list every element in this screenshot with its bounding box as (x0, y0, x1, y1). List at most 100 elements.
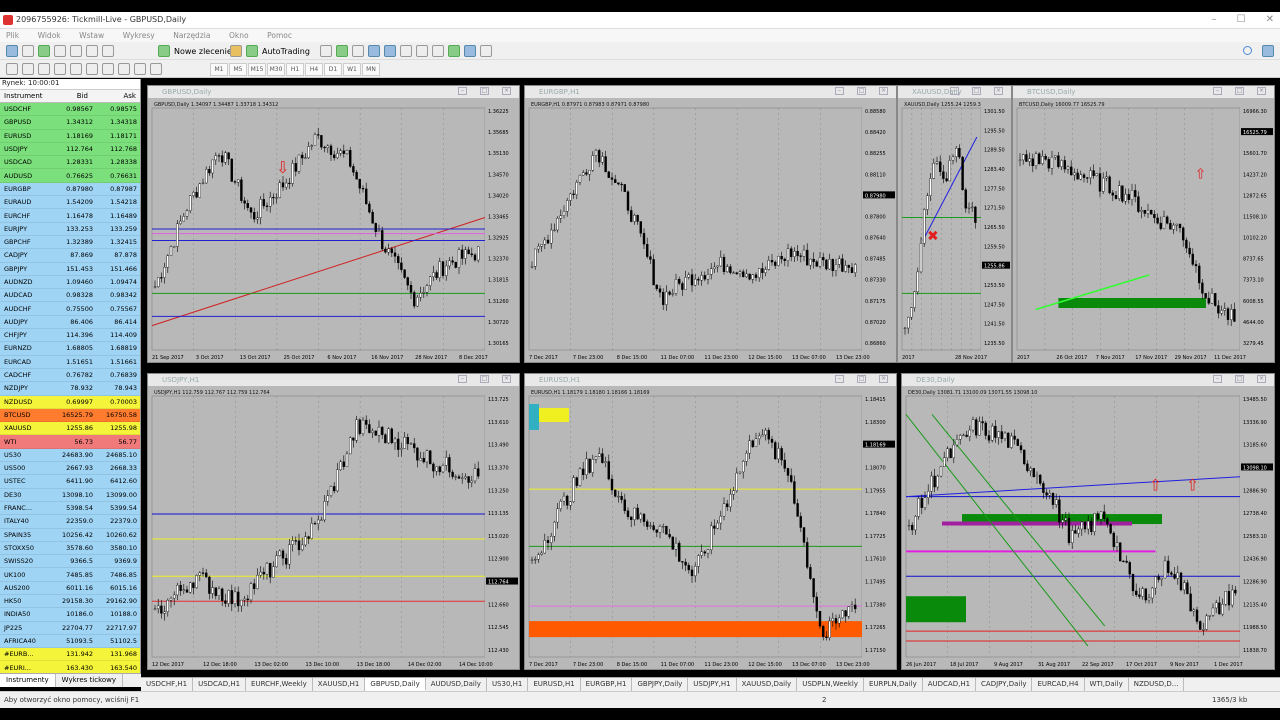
market-watch-row[interactable]: #EURB... 131.942 131.968 (0, 648, 140, 662)
market-watch-row[interactable]: STOXX50 3578.60 3580.10 (0, 541, 140, 556)
market-watch-row[interactable]: EURCHF 1.16478 1.16489 (0, 209, 140, 223)
templates-icon[interactable] (480, 45, 492, 57)
timeframe-w1[interactable]: W1 (343, 62, 361, 76)
market-watch-row[interactable]: WTI 56.73 56.77 (0, 435, 140, 449)
menu-insert[interactable]: Wstaw (79, 29, 104, 42)
market-watch-row[interactable]: AUDCAD 0.98328 0.98342 (0, 289, 140, 303)
timeframe-m1[interactable]: M1 (210, 62, 228, 76)
chart-canvas[interactable]: ⇧ 16966.30 16525.79 15601.70 14237.20 12872.6… (1013, 98, 1274, 362)
market-watch-row[interactable]: EURAUD 1.54209 1.54218 (0, 196, 140, 210)
chart-tab[interactable]: AUDUSD,Daily (426, 678, 487, 691)
market-watch-row[interactable]: BTCUSD 16525.79 16750.58 (0, 408, 140, 423)
timeframe-h1[interactable]: H1 (286, 62, 304, 76)
tester-icon[interactable] (102, 45, 114, 57)
indicators-icon[interactable] (448, 45, 460, 57)
chart-tab[interactable]: GBPUSD,Daily (365, 678, 426, 691)
chart-maximize-button[interactable]: □ (480, 87, 489, 95)
market-watch-row[interactable]: GBPCHF 1.32389 1.32415 (0, 235, 140, 250)
market-watch-row[interactable]: AFRICA40 51093.5 51102.5 (0, 634, 140, 649)
market-watch-row[interactable]: NZDJPY 78.932 78.943 (0, 382, 140, 396)
chart-tab[interactable]: EURCHF,Weekly (246, 678, 313, 691)
chart-window[interactable]: GBPUSD,Daily – □ × ⇩ 1.36225 1.35685 1.3513… (147, 85, 520, 363)
zoom-in-icon[interactable] (368, 45, 380, 57)
tab-tick-chart[interactable]: Wykres tickowy (56, 674, 124, 687)
market-watch-icon[interactable] (38, 45, 50, 57)
market-watch-row[interactable]: HK50 29158.30 29162.90 (0, 594, 140, 609)
autotrading-button[interactable]: AutoTrading (230, 44, 310, 58)
market-watch-row[interactable]: AUDNZD 1.09460 1.09474 (0, 275, 140, 290)
chart-close-button[interactable]: × (1257, 87, 1266, 95)
cursor-icon[interactable] (6, 63, 18, 75)
market-watch-row[interactable]: AUDJPY 86.406 86.414 (0, 315, 140, 330)
community-icon[interactable] (1262, 45, 1274, 57)
profiles-icon[interactable] (22, 45, 34, 57)
market-watch-row[interactable]: CADCHF 0.76782 0.76839 (0, 368, 140, 383)
chart-canvas[interactable]: 0.88580 0.88420 0.88255 0.88110 0.87980 0.878… (525, 98, 896, 362)
chart-close-button[interactable]: × (502, 87, 511, 95)
chart-canvas[interactable]: ⇩ 1.36225 1.35685 1.35130 1.34570 1.34020 1.33… (148, 98, 519, 362)
market-watch-row[interactable]: GBPUSD 1.34312 1.34318 (0, 116, 140, 130)
chart-maximize-button[interactable]: □ (857, 375, 866, 383)
menu-window[interactable]: Okno (229, 29, 249, 42)
chart-tab[interactable]: US30,H1 (487, 678, 529, 691)
tab-instruments[interactable]: Instrumenty (0, 674, 56, 687)
timeframe-d1[interactable]: D1 (324, 62, 342, 76)
chart-tab[interactable]: EURGBP,H1 (581, 678, 633, 691)
chart-canvas[interactable]: 1.18415 1.18300 1.18169 1.18070 1.17955 1.178… (525, 386, 896, 669)
market-watch-row[interactable]: EURJPY 133.253 133.259 (0, 222, 140, 236)
autoscroll-icon[interactable] (416, 45, 428, 57)
timeframe-h4[interactable]: H4 (305, 62, 323, 76)
new-order-button[interactable]: Nowe zlecenie (158, 44, 232, 58)
market-watch-row[interactable]: UK100 7485.85 7486.85 (0, 568, 140, 582)
text-icon[interactable] (118, 63, 130, 75)
market-watch-row[interactable]: FRANC... 5398.54 5399.54 (0, 501, 140, 516)
equidistant-channel-icon[interactable] (86, 63, 98, 75)
close-button[interactable]: ✕ (1266, 14, 1274, 25)
market-watch-row[interactable]: US500 2667.93 2668.33 (0, 462, 140, 476)
vertical-line-icon[interactable] (38, 63, 50, 75)
market-watch-row[interactable]: EURNZD 1.68805 1.68819 (0, 342, 140, 356)
trendline-icon[interactable] (70, 63, 82, 75)
timeframe-mn[interactable]: MN (362, 62, 380, 76)
chart-minimize-button[interactable]: – (1213, 87, 1222, 95)
horizontal-line-icon[interactable] (54, 63, 66, 75)
market-watch-row[interactable]: JP225 22704.77 22717.97 (0, 621, 140, 635)
chart-tab[interactable]: XAUUSD,Daily (737, 678, 798, 691)
chart-close-button[interactable]: × (879, 375, 888, 383)
chart-maximize-button[interactable]: □ (1235, 375, 1244, 383)
menu-tools[interactable]: Narzędzia (173, 29, 210, 42)
chart-close-button[interactable]: × (879, 87, 888, 95)
menu-view[interactable]: Widok (38, 29, 61, 42)
menu-help[interactable]: Pomoc (267, 29, 292, 42)
candlestick-icon[interactable] (336, 45, 348, 57)
chart-tab[interactable]: USDPLN,Weekly (797, 678, 865, 691)
chart-maximize-button[interactable]: □ (972, 87, 981, 95)
chart-canvas[interactable]: ⇧ ⇧ 13485.50 13336.90 13185.60 13098.10 12886.… (902, 386, 1274, 669)
chart-maximize-button[interactable]: □ (1235, 87, 1244, 95)
market-watch-row[interactable]: USDCHF 0.98567 0.98575 (0, 103, 140, 117)
col-ask[interactable]: Ask (92, 92, 140, 100)
chart-window[interactable]: BTCUSD,Daily – □ × ⇧ 16966.30 16525.79 1560… (1012, 85, 1275, 363)
chart-shift-icon[interactable] (432, 45, 444, 57)
chart-minimize-button[interactable]: – (835, 87, 844, 95)
market-watch-row[interactable]: AUDUSD 0.76625 0.76631 (0, 169, 140, 183)
chart-tab[interactable]: WTI,Daily (1085, 678, 1129, 691)
chart-tab[interactable]: EURPLN,Daily (864, 678, 923, 691)
chart-minimize-button[interactable]: – (1213, 375, 1222, 383)
market-watch-row[interactable]: US30 24683.90 24685.10 (0, 448, 140, 463)
chart-minimize-button[interactable]: – (458, 375, 467, 383)
chart-canvas[interactable]: 113.725 113.610 113.490 113.370 113.250 113.1… (148, 386, 519, 669)
market-watch-row[interactable]: EURCAD 1.51651 1.51661 (0, 355, 140, 369)
chart-tab[interactable]: USDCHF,H1 (141, 678, 194, 691)
chart-window[interactable]: DE30,Daily – □ × ⇧ ⇧ 13485.50 13336.90 13185… (901, 373, 1275, 670)
chart-window[interactable]: USDJPY,H1 – □ × 113.725 113.610 113.490 113… (147, 373, 520, 670)
market-watch-row[interactable]: USTEC 6411.90 6412.60 (0, 475, 140, 489)
market-watch-row[interactable]: AUDCHF 0.75500 0.75567 (0, 302, 140, 316)
market-watch-row[interactable]: CADJPY 87.869 87.878 (0, 249, 140, 263)
market-watch-row[interactable]: EURGBP 0.87980 0.87987 (0, 182, 140, 197)
chart-minimize-button[interactable]: – (950, 87, 959, 95)
crosshair-icon[interactable] (22, 63, 34, 75)
navigator-icon[interactable] (70, 45, 82, 57)
periods-icon[interactable] (464, 45, 476, 57)
chart-tab[interactable]: USDCAD,H1 (193, 678, 247, 691)
